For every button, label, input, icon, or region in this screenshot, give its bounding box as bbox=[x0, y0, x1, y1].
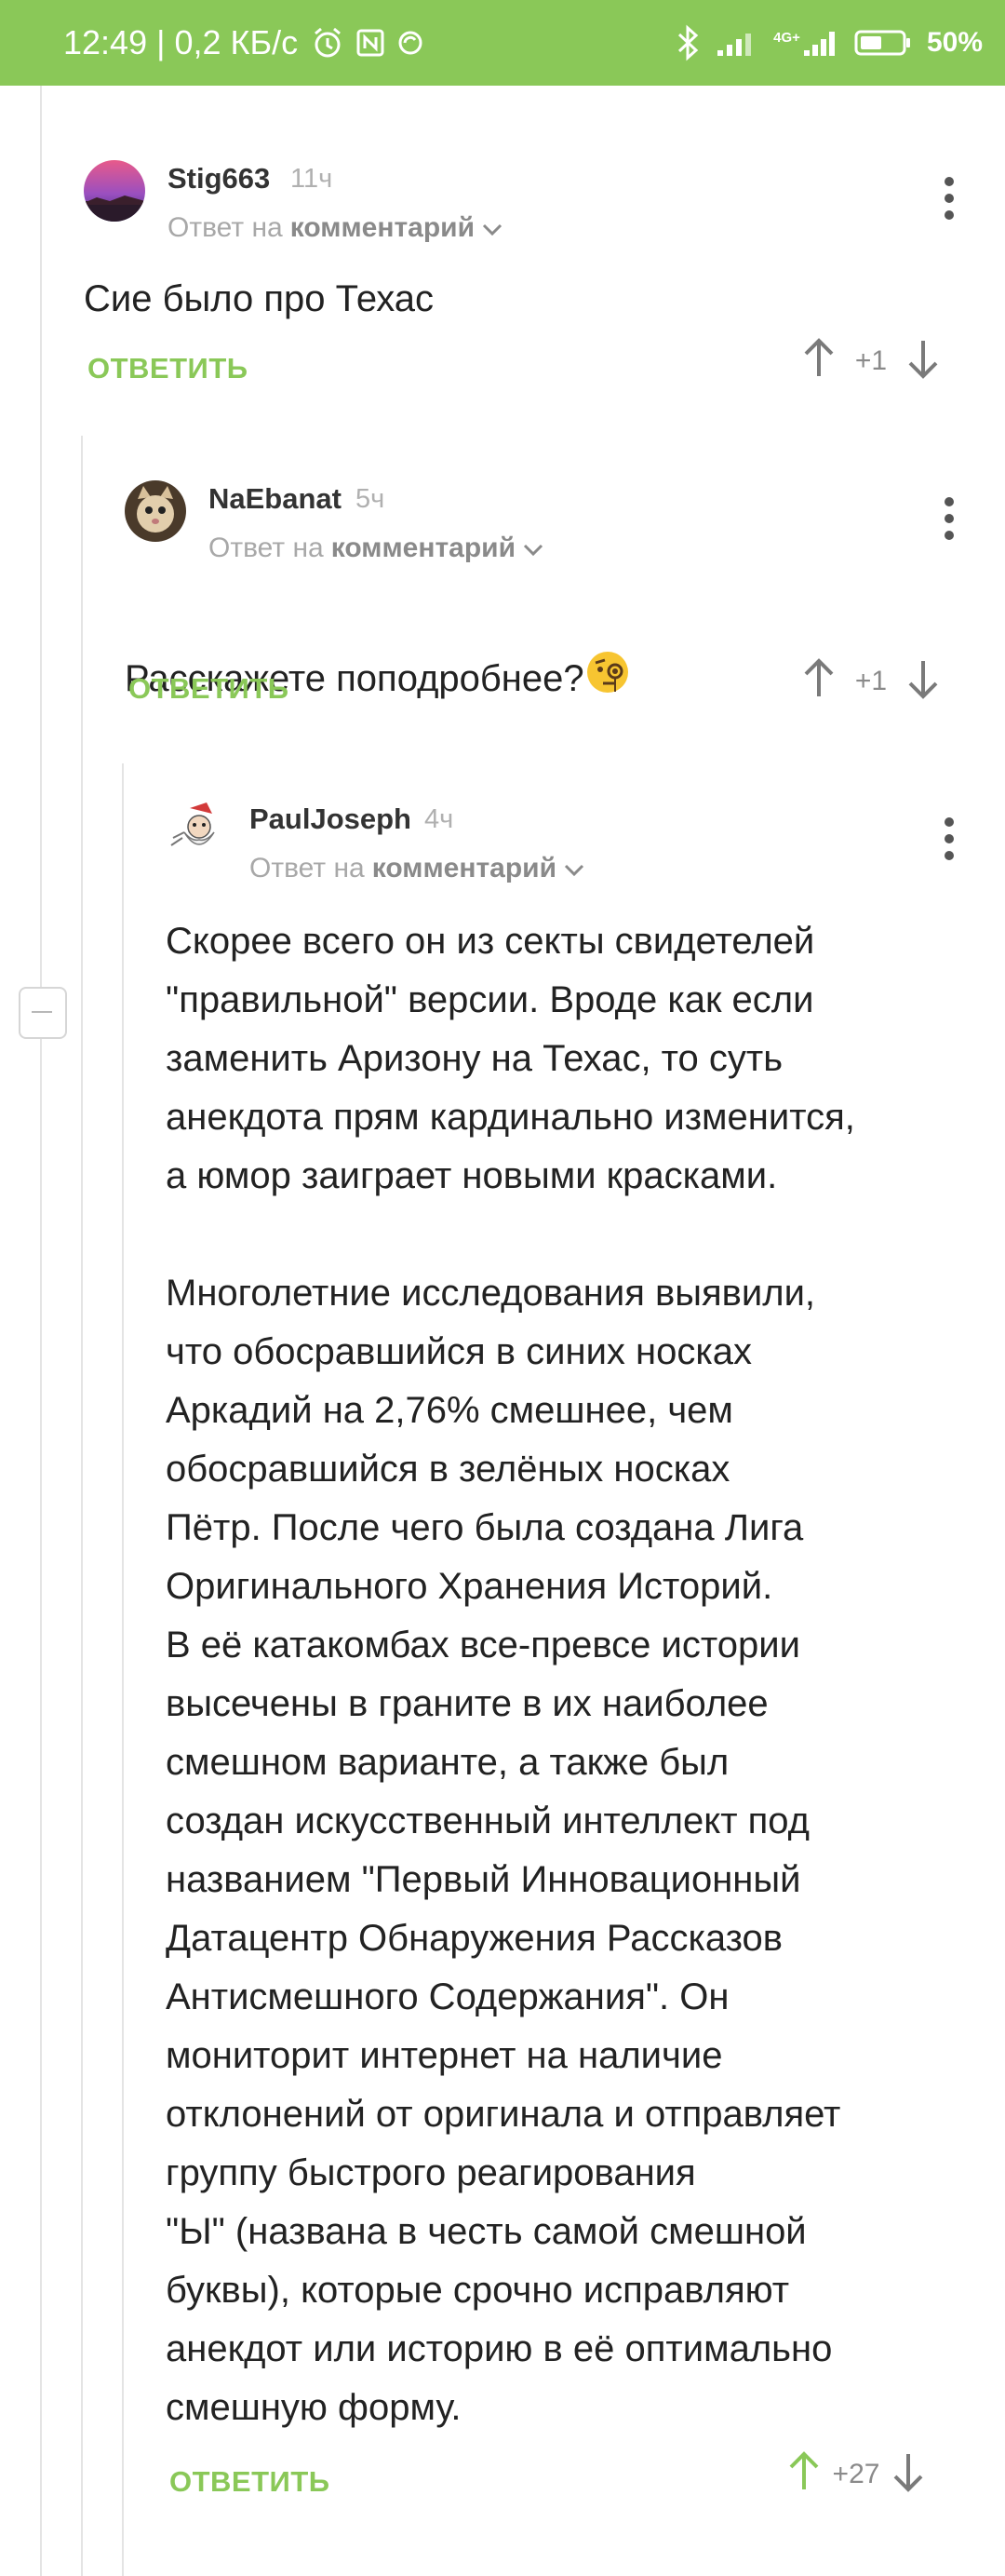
vote-score: +1 bbox=[854, 344, 888, 376]
more-options-icon[interactable] bbox=[944, 177, 955, 220]
avatar[interactable] bbox=[125, 480, 186, 542]
face-with-monocle-icon bbox=[584, 649, 631, 713]
vote-controls: +1 bbox=[802, 337, 940, 384]
comment-time: 5ч bbox=[355, 484, 385, 514]
vote-score: +27 bbox=[832, 2458, 880, 2489]
thread-line-level-2 bbox=[122, 763, 124, 2576]
vote-score: +1 bbox=[854, 665, 888, 696]
reply-button[interactable]: ОТВЕТИТЬ bbox=[169, 2465, 330, 2499]
status-time: 12:49 bbox=[63, 23, 148, 61]
chevron-down-icon bbox=[482, 212, 502, 244]
signal-icon bbox=[716, 28, 758, 58]
alarm-icon bbox=[311, 26, 344, 60]
downvote-icon[interactable] bbox=[906, 657, 940, 705]
comment-body: Скорее всего он из секты свидетелей "пра… bbox=[166, 921, 855, 2428]
thread-line-level-1 bbox=[81, 436, 83, 2576]
upvote-icon[interactable] bbox=[787, 2450, 821, 2498]
battery-icon bbox=[854, 29, 912, 57]
comment-username[interactable]: NaEbanat bbox=[208, 482, 342, 516]
more-options-icon[interactable] bbox=[944, 817, 955, 860]
vote-controls: +27 bbox=[787, 2450, 925, 2498]
upvote-icon[interactable] bbox=[802, 337, 836, 384]
downvote-icon[interactable] bbox=[891, 2450, 925, 2498]
status-bar: 12:49 | 0,2 КБ/с 4G+ 50% bbox=[0, 0, 1005, 86]
reply-button[interactable]: ОТВЕТИТЬ bbox=[87, 352, 248, 385]
avatar[interactable] bbox=[84, 160, 145, 222]
comment-stig663: Stig663 11ч Ответ на комментарий Сие был… bbox=[84, 160, 977, 411]
bluetooth-icon bbox=[677, 24, 701, 61]
comment-time: 11ч bbox=[290, 164, 333, 194]
comment-body: Сие было про Техас bbox=[84, 278, 435, 319]
nfc-icon bbox=[355, 28, 385, 58]
more-options-icon[interactable] bbox=[944, 497, 955, 540]
status-net-speed: 0,2 КБ/с bbox=[174, 23, 299, 61]
reply-to-link[interactable]: Ответ на комментарий bbox=[208, 533, 543, 564]
chevron-down-icon bbox=[523, 533, 543, 564]
reply-button[interactable]: ОТВЕТИТЬ bbox=[128, 672, 289, 706]
comment-naebanat: NaEbanat 5ч Ответ на комментарий Расскаж… bbox=[125, 480, 977, 732]
downvote-icon[interactable] bbox=[906, 337, 940, 384]
battery-percent: 50% bbox=[926, 27, 983, 58]
chevron-down-icon bbox=[564, 853, 584, 884]
thread-line-root bbox=[40, 86, 42, 2576]
signal-4g-icon: 4G+ bbox=[773, 28, 839, 58]
comment-time: 4ч bbox=[424, 804, 454, 834]
reply-to-link[interactable]: Ответ на комментарий bbox=[249, 853, 584, 884]
avatar[interactable] bbox=[166, 801, 227, 862]
comment-pauljoseph: PaulJoseph 4ч Ответ на комментарий Скоре… bbox=[166, 801, 977, 2498]
sync-icon bbox=[396, 29, 424, 57]
collapse-thread-button[interactable] bbox=[19, 987, 67, 1039]
vote-controls: +1 bbox=[802, 657, 940, 705]
upvote-icon[interactable] bbox=[802, 657, 836, 705]
comment-username[interactable]: Stig663 bbox=[168, 162, 270, 196]
reply-to-link[interactable]: Ответ на комментарий bbox=[168, 212, 502, 244]
comment-username[interactable]: PaulJoseph bbox=[249, 802, 411, 836]
